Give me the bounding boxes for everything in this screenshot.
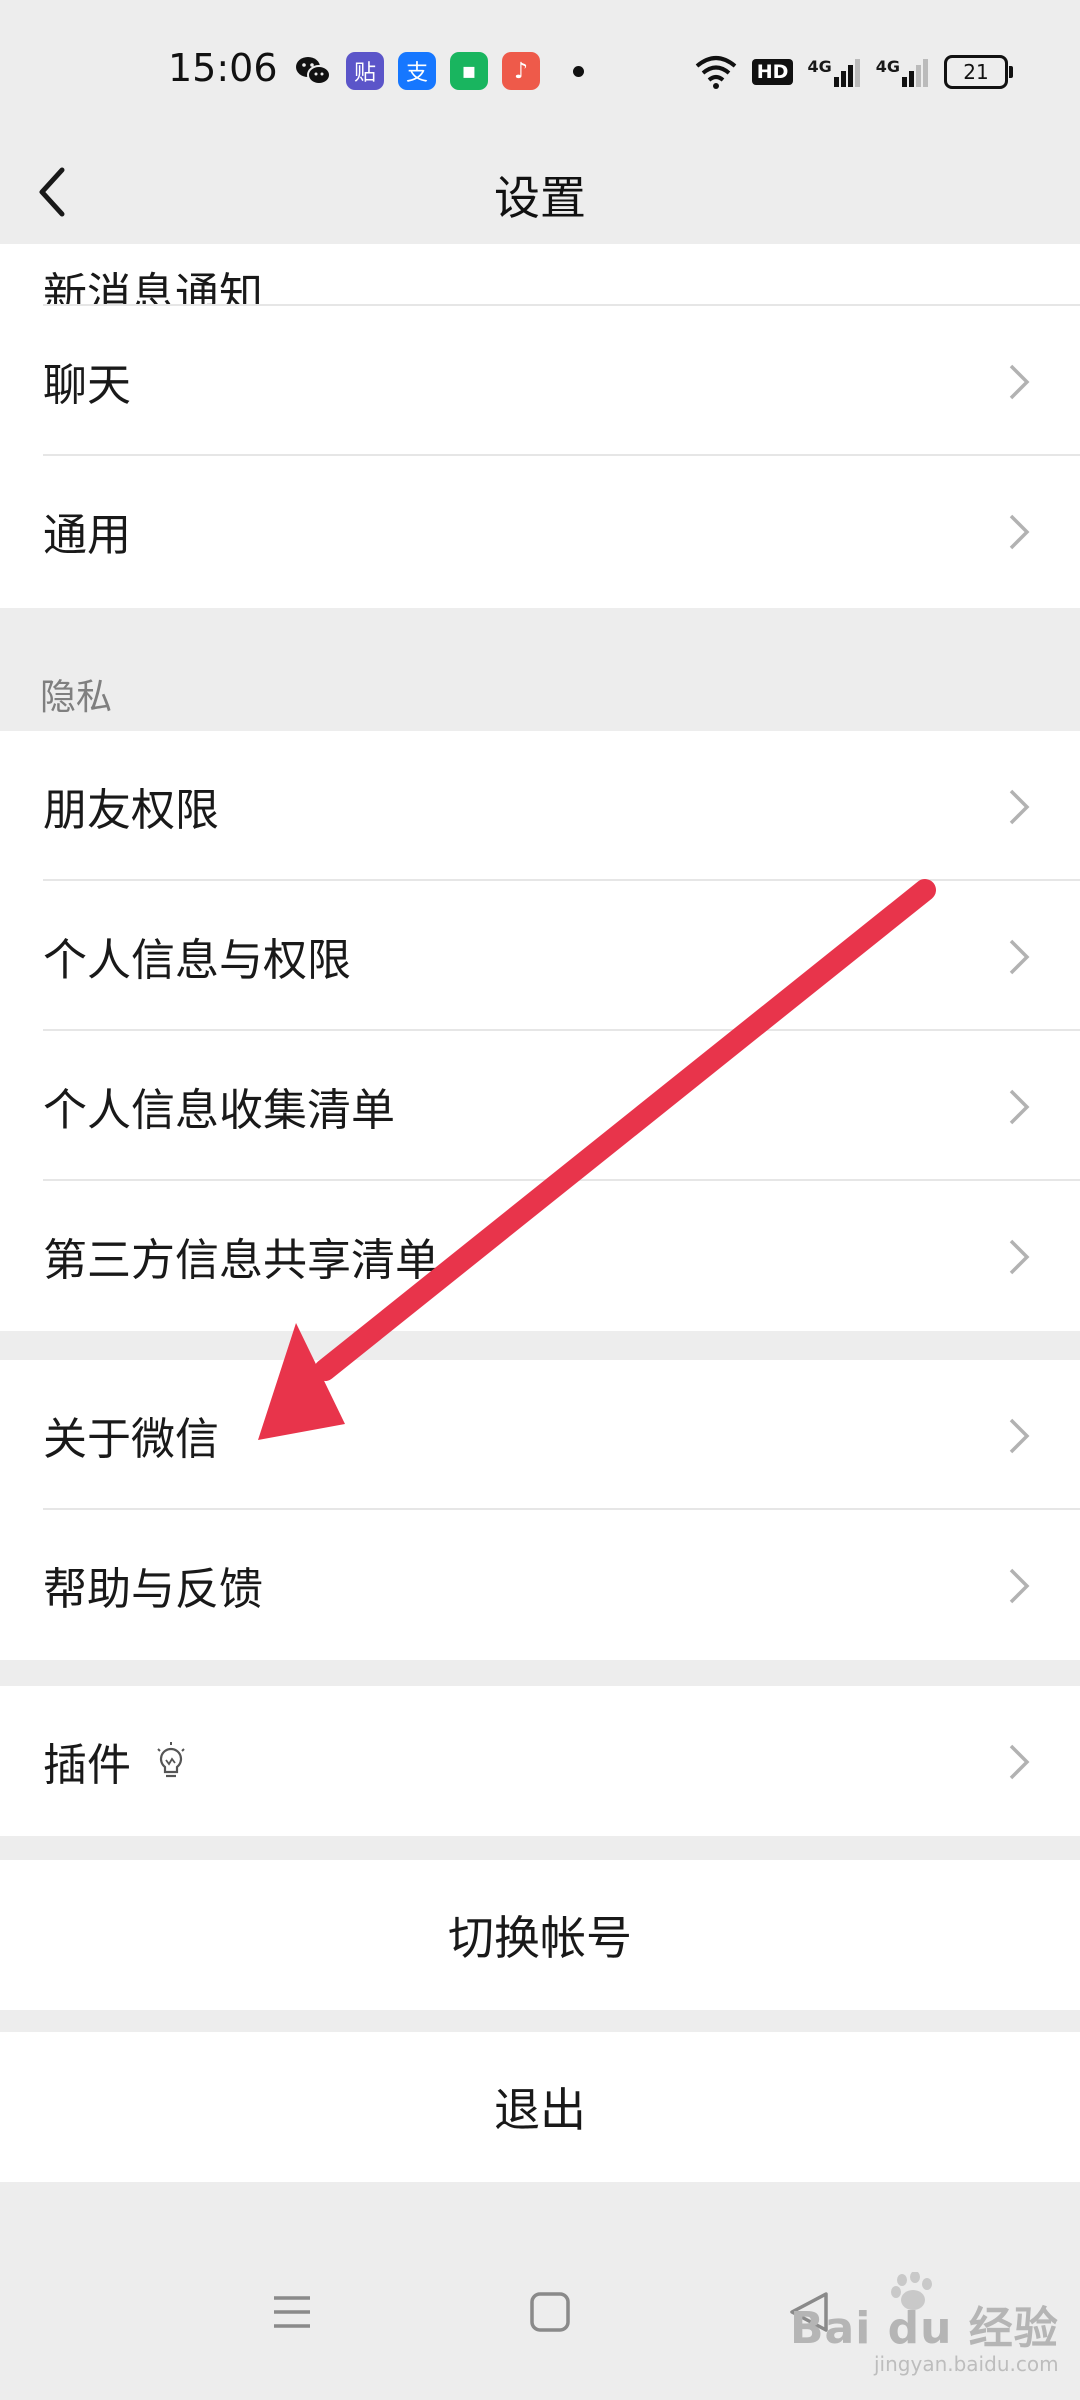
settings-item-label: 第三方信息共享清单 <box>43 1235 439 1286</box>
hd-badge: HD <box>751 59 794 85</box>
signal-2: 4G <box>876 57 930 87</box>
settings-item-plugins[interactable]: 插件 <box>0 1686 1080 1836</box>
settings-item-info-collection-list[interactable]: 个人信息收集清单 <box>0 1031 1080 1181</box>
tieba-icon: 贴 <box>346 52 384 90</box>
watermark-url: jingyan.baidu.com <box>874 2352 1059 2376</box>
logout-group: 退出 <box>0 2032 1080 2182</box>
settings-item-label: 聊天 <box>43 360 131 411</box>
notification-icons: 贴 支 ▪ ♪ <box>294 52 540 90</box>
chat-app-icon: ▪ <box>450 52 488 90</box>
chevron-right-icon <box>1009 789 1030 825</box>
logout-button[interactable]: 退出 <box>0 2032 1080 2182</box>
status-bar: 15:06 贴 支 ▪ ♪ HD 4G 4G 21 <box>0 0 1080 142</box>
home-icon[interactable] <box>510 2272 590 2352</box>
settings-item-general[interactable]: 通用 <box>0 456 1080 606</box>
settings-item-label: 帮助与反馈 <box>43 1564 263 1615</box>
lightbulb-icon <box>157 1742 185 1778</box>
chevron-right-icon <box>1009 514 1030 550</box>
chevron-right-icon <box>1009 1089 1030 1125</box>
switch-account-group: 切换帐号 <box>0 1860 1080 2010</box>
settings-item-about-wechat[interactable]: 关于微信 <box>0 1360 1080 1510</box>
chevron-right-icon <box>1009 1239 1030 1275</box>
settings-item-personal-info-permissions[interactable]: 个人信息与权限 <box>0 881 1080 1031</box>
settings-item-label: 通用 <box>43 510 131 561</box>
wechat-icon <box>294 52 332 90</box>
signal-1: 4G <box>807 57 861 87</box>
chevron-right-icon <box>1009 1418 1030 1454</box>
status-time: 15:06 <box>168 46 278 90</box>
settings-item-notifications[interactable]: 新消息通知 <box>0 244 1080 306</box>
system-icons: HD 4G 4G 21 <box>694 52 1013 92</box>
settings-item-label: 插件 <box>43 1740 131 1791</box>
battery-level: 21 <box>963 60 989 84</box>
signal-icon <box>902 59 928 87</box>
signal-icon <box>833 59 860 87</box>
music-app-icon: ♪ <box>502 52 540 90</box>
settings-item-chat[interactable]: 聊天 <box>0 306 1080 456</box>
settings-item-label: 关于微信 <box>43 1414 219 1465</box>
settings-group-privacy: 朋友权限 个人信息与权限 个人信息收集清单 第三方信息共享清单 <box>0 731 1080 1331</box>
battery-icon: 21 <box>944 55 1013 89</box>
settings-item-third-party-sharing-list[interactable]: 第三方信息共享清单 <box>0 1181 1080 1331</box>
menu-icon[interactable] <box>252 2272 332 2352</box>
settings-item-label: 新消息通知 <box>43 269 263 306</box>
section-label-privacy: 隐私 <box>40 677 113 718</box>
watermark-brand: Bai du 经验 <box>790 2303 1059 2354</box>
settings-group-about: 关于微信 帮助与反馈 <box>0 1360 1080 1660</box>
chevron-right-icon <box>1009 364 1030 400</box>
chevron-right-icon <box>1009 939 1030 975</box>
settings-item-label: 个人信息与权限 <box>43 935 351 986</box>
settings-item-label: 朋友权限 <box>43 785 219 836</box>
settings-group-general: 新消息通知 聊天 通用 <box>0 244 1080 608</box>
settings-item-help-feedback[interactable]: 帮助与反馈 <box>0 1510 1080 1660</box>
more-notifications-dot <box>573 66 584 77</box>
chevron-right-icon <box>1009 1744 1030 1780</box>
settings-group-plugins: 插件 <box>0 1686 1080 1836</box>
settings-item-label: 个人信息收集清单 <box>43 1085 395 1136</box>
navigation-bar: 设置 <box>0 142 1080 244</box>
chevron-right-icon <box>1009 1568 1030 1604</box>
wifi-icon <box>695 56 737 89</box>
page-title: 设置 <box>494 171 586 225</box>
alipay-icon: 支 <box>398 52 436 90</box>
switch-account-button[interactable]: 切换帐号 <box>0 1860 1080 2010</box>
settings-item-friend-permissions[interactable]: 朋友权限 <box>0 731 1080 881</box>
